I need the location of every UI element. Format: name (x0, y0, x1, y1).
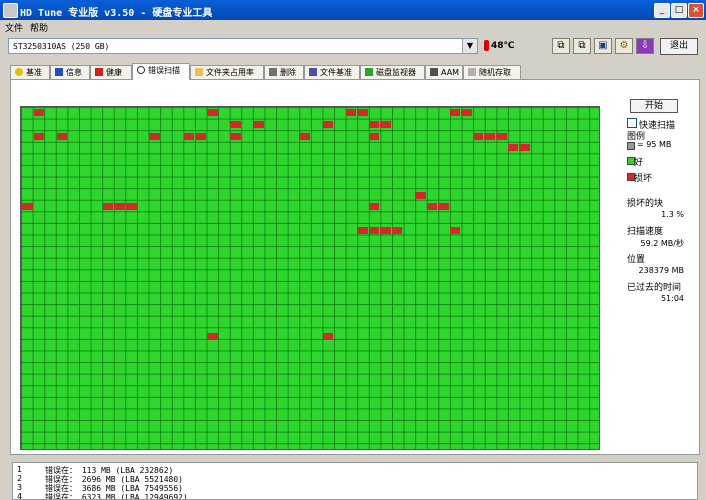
bad-block (322, 120, 334, 128)
bad-block (472, 132, 484, 140)
chevron-down-icon[interactable]: ▼ (462, 39, 477, 53)
menu-help[interactable]: 帮助 (30, 21, 48, 34)
temperature-readout: 48℃ (491, 41, 515, 51)
legend-good-label: 好 (634, 158, 644, 168)
quick-scan-checkbox[interactable] (627, 118, 637, 128)
bad-block (426, 203, 438, 211)
legend-bad-label: 损坏 (634, 174, 653, 184)
copy-icon[interactable]: ⧉ (552, 38, 570, 54)
tab-health[interactable]: 健康 (90, 65, 132, 79)
bad-block (415, 191, 426, 199)
thermometer-icon (484, 40, 489, 51)
bad-block (357, 109, 368, 116)
scan-speed-label: 扫描速度 (627, 227, 664, 237)
info-icon (55, 68, 63, 76)
bad-block (391, 226, 403, 234)
bad-block (368, 203, 380, 211)
bad-block (206, 333, 218, 341)
window-title: HD Tune 专业版 v3.50 - 硬盘专业工具 (20, 8, 213, 19)
bad-block (449, 226, 461, 234)
app-icon (3, 3, 18, 18)
menu-file[interactable]: 文件 (5, 21, 23, 34)
exit-button[interactable]: 退出 (660, 38, 698, 55)
bad-block (183, 132, 195, 140)
tab-bar: 基准 信息 健康 错误扫描 文件夹占用率 删除 文件基准 磁盘监视器 AAM 随… (10, 63, 700, 80)
health-cross-icon (95, 68, 103, 76)
folder-icon (195, 68, 203, 76)
bad-block (230, 132, 241, 140)
save-icon[interactable]: ▣ (594, 38, 612, 54)
bad-block (519, 144, 530, 152)
drive-select[interactable]: ST3250310AS (250 GB) ▼ (8, 38, 478, 54)
tab-file-benchmark[interactable]: 文件基准 (304, 65, 360, 79)
bad-block (56, 132, 68, 140)
error-log-list[interactable]: 1 错误在： 113 MB (LBA 232862) 2 错误在： 2696 MB … (12, 462, 698, 500)
bad-block (230, 120, 241, 128)
bulb-icon (15, 68, 23, 76)
elapsed-time-value: 51:04 (660, 294, 684, 303)
bad-block (195, 132, 206, 140)
bad-block (299, 132, 310, 140)
options-icon[interactable]: ⚙ (615, 38, 633, 54)
bad-block (495, 132, 507, 140)
speaker-icon (430, 68, 438, 76)
bad-block (33, 109, 45, 116)
position-label: 位置 (627, 255, 646, 265)
bad-block (322, 333, 334, 341)
file-icon (309, 68, 317, 76)
menu-bar: 文件 帮助 (0, 20, 706, 34)
damaged-blocks-value: 1.3 % (661, 210, 684, 219)
bad-block (253, 120, 264, 128)
trash-icon (269, 68, 277, 76)
tab-random-access[interactable]: 随机存取 (463, 65, 521, 79)
start-button[interactable]: 开始 (630, 99, 678, 113)
bad-block (368, 132, 380, 140)
bad-block (368, 120, 380, 128)
download-icon[interactable]: ⇩ (636, 38, 654, 54)
bad-block (33, 132, 45, 140)
bad-block (149, 132, 160, 140)
bad-block (461, 109, 472, 116)
bad-block (380, 226, 391, 234)
tab-info[interactable]: 信息 (50, 65, 90, 79)
bad-block (102, 203, 114, 211)
magnifier-icon (137, 66, 145, 74)
damaged-blocks-label: 损坏的块 (627, 199, 664, 209)
bad-block (438, 203, 449, 211)
bad-block (22, 203, 33, 211)
tab-erase[interactable]: 删除 (264, 65, 304, 79)
legend-block-size: = 95 MB (637, 140, 672, 149)
maximize-button[interactable]: □ (671, 3, 687, 18)
tab-disk-monitor[interactable]: 磁盘监视器 (360, 65, 425, 79)
bad-block (380, 120, 391, 128)
bad-block (507, 144, 519, 152)
elapsed-time-label: 已过去的时间 (627, 283, 682, 293)
close-button[interactable]: × (688, 3, 704, 18)
bad-block (357, 226, 368, 234)
copy-all-icon[interactable]: ⧉ (573, 38, 591, 54)
bad-block (206, 109, 218, 116)
tab-benchmark[interactable]: 基准 (10, 65, 50, 79)
drive-select-value: ST3250310AS (250 GB) (13, 42, 110, 51)
bad-block (484, 132, 495, 140)
scan-speed-value: 59.2 MB/秒 (640, 239, 684, 248)
monitor-chart-icon (365, 68, 373, 76)
title-bar: HD Tune 专业版 v3.50 - 硬盘专业工具 _ □ × (0, 0, 706, 20)
bad-block (345, 109, 357, 116)
bad-block (449, 109, 461, 116)
scan-block-map (20, 106, 600, 450)
tab-folder-usage[interactable]: 文件夹占用率 (190, 65, 264, 79)
bad-block (126, 203, 137, 211)
minimize-button[interactable]: _ (654, 3, 670, 18)
legend-block-swatch (627, 142, 635, 150)
tab-error-scan[interactable]: 错误扫描 (132, 63, 190, 80)
tab-aam[interactable]: AAM (425, 65, 463, 79)
random-access-icon (468, 68, 476, 76)
bad-block (114, 203, 126, 211)
position-value: 238379 MB (638, 266, 684, 275)
bad-block (368, 226, 380, 234)
